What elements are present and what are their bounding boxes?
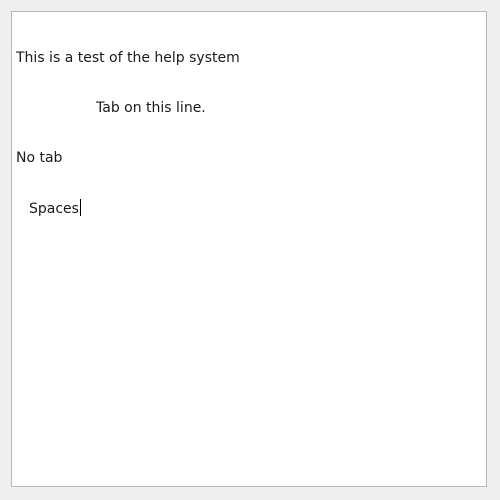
- text-line-2: Tab on this line.: [96, 100, 206, 116]
- text-editor[interactable]: This is a test of the help system Tab on…: [11, 11, 487, 487]
- text-line-3: No tab: [16, 150, 63, 166]
- text-line-1: This is a test of the help system: [16, 50, 240, 66]
- text-line-4: Spaces: [29, 201, 79, 217]
- text-caret: [79, 199, 81, 216]
- text-line-4-wrapper: Spaces: [16, 199, 482, 217]
- text-area[interactable]: This is a test of the help system Tab on…: [16, 17, 482, 482]
